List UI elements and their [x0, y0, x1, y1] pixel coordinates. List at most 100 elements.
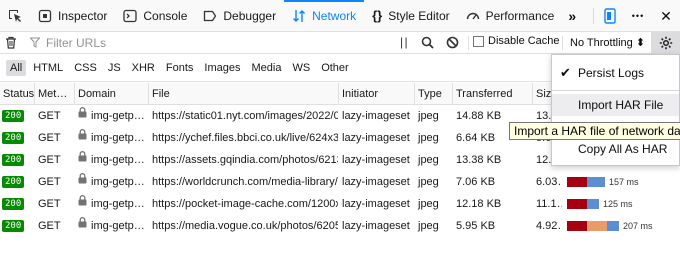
- pause-button[interactable]: | |: [400, 35, 408, 49]
- type-filter-fonts[interactable]: Fonts: [162, 60, 198, 76]
- method-cell: GET: [38, 110, 61, 122]
- status-badge: 200: [2, 132, 25, 144]
- menu-divider: [552, 90, 679, 91]
- initiator-cell[interactable]: lazy-imageset: [338, 171, 414, 193]
- type-filter-html[interactable]: HTML: [29, 60, 67, 76]
- domain-text: img-getp…: [91, 154, 145, 166]
- disable-cache-toggle[interactable]: Disable Cache: [473, 35, 560, 47]
- size-cell: 6.03…: [536, 176, 562, 188]
- type-filter-js[interactable]: JS: [104, 60, 125, 76]
- menu-item-copy-all-as-har[interactable]: Copy All As HAR: [552, 138, 679, 160]
- type-filter-xhr[interactable]: XHR: [128, 60, 159, 76]
- filter-urls-input[interactable]: Filter URLs: [30, 36, 380, 50]
- menu-item-import-har[interactable]: Import HAR File: [552, 94, 679, 116]
- tab-console-label: Console: [143, 8, 188, 23]
- table-row[interactable]: 200 GET img-getp… https://worldcrunch.co…: [0, 171, 680, 193]
- domain-text: img-getp…: [91, 220, 145, 232]
- search-button[interactable]: [421, 36, 434, 52]
- column-header-status[interactable]: Status: [0, 83, 34, 105]
- network-settings-button[interactable]: [651, 32, 680, 54]
- element-picker-button[interactable]: [0, 0, 30, 31]
- throttling-select[interactable]: No Throttling ⬍: [570, 36, 645, 49]
- tab-debugger-label: Debugger: [223, 8, 277, 23]
- waterfall-cell: 157 ms: [563, 171, 680, 193]
- method-cell: GET: [38, 198, 61, 210]
- type-cell: jpeg: [418, 110, 439, 122]
- timing-bar-receive: [587, 199, 599, 209]
- initiator-cell[interactable]: lazy-imageset: [338, 215, 414, 237]
- tab-inspector[interactable]: Inspector: [30, 0, 115, 31]
- column-header-file[interactable]: File: [148, 83, 338, 105]
- disable-cache-checkbox[interactable]: [473, 35, 484, 47]
- devtools-toolbar: Inspector Console Debugger Network {} St…: [0, 0, 680, 32]
- gear-icon: [659, 36, 672, 50]
- status-badge: 200: [2, 198, 25, 210]
- timing-bar-blocked: [567, 199, 587, 209]
- transferred-cell: 7.06 KB: [456, 176, 496, 188]
- domain-text: img-getp…: [91, 132, 145, 144]
- type-cell: jpeg: [418, 154, 439, 166]
- inspector-icon: [38, 9, 52, 23]
- size-cell: 11.1…: [536, 198, 562, 210]
- column-header-transferred[interactable]: Transferred: [452, 83, 532, 105]
- type-filter-ws[interactable]: WS: [288, 60, 314, 76]
- initiator-cell[interactable]: lazy-imageset: [338, 149, 414, 171]
- status-badge: 200: [2, 176, 25, 188]
- method-cell: GET: [38, 132, 61, 144]
- close-devtools-button[interactable]: ✕: [654, 4, 678, 28]
- type-filter-other[interactable]: Other: [317, 60, 353, 76]
- initiator-cell[interactable]: lazy-imageset: [338, 127, 414, 149]
- transferred-cell: 5.95 KB: [456, 220, 496, 232]
- domain-cell: img-getp…: [74, 171, 148, 193]
- initiator-cell[interactable]: lazy-imageset: [338, 193, 414, 215]
- initiator-cell[interactable]: lazy-imageset: [338, 105, 414, 127]
- toolbar-right-controls: ••• ✕: [591, 0, 680, 32]
- tooltip: Import a HAR file of network data: [509, 122, 680, 140]
- menu-item-label: Import HAR File: [578, 98, 664, 112]
- domain-text: img-getp…: [91, 176, 145, 188]
- tab-console[interactable]: Console: [115, 0, 195, 31]
- size-cell: 4.92…: [536, 220, 562, 232]
- column-header-initiator[interactable]: Initiator: [338, 83, 414, 105]
- column-header-type[interactable]: Type: [414, 83, 452, 105]
- column-header-method[interactable]: Met…: [34, 83, 74, 105]
- domain-text: img-getp…: [91, 198, 145, 210]
- timing-bar-receive: [607, 221, 619, 231]
- type-filter-images[interactable]: Images: [200, 60, 244, 76]
- domain-text: img-getp…: [91, 110, 145, 122]
- tab-debugger[interactable]: Debugger: [195, 0, 284, 31]
- table-row[interactable]: 200 GET img-getp… https://pocket-image-c…: [0, 193, 680, 215]
- menu-item-persist-logs[interactable]: ✔ Persist Logs: [552, 62, 679, 84]
- timing-bar-receive: [587, 177, 605, 187]
- table-row[interactable]: 200 GET img-getp… https://media.vogue.co…: [0, 215, 680, 237]
- element-picker-icon: [9, 9, 21, 22]
- tab-style-editor-label: Style Editor: [388, 8, 450, 23]
- tab-style-editor[interactable]: {} Style Editor: [364, 0, 457, 31]
- type-filter-media[interactable]: Media: [247, 60, 285, 76]
- more-dots-icon: •••: [631, 11, 645, 21]
- timing-label: 207 ms: [623, 221, 653, 231]
- responsive-design-button[interactable]: [598, 4, 622, 28]
- lock-icon: [78, 149, 87, 170]
- clear-button[interactable]: [0, 36, 22, 49]
- lock-icon: [78, 127, 87, 148]
- type-filter-all[interactable]: All: [6, 60, 27, 76]
- more-options-button[interactable]: •••: [626, 4, 650, 28]
- column-header-domain[interactable]: Domain: [74, 83, 148, 105]
- timing-label: 125 ms: [603, 199, 633, 209]
- tab-network[interactable]: Network: [284, 0, 365, 31]
- timing-bar-blocked: [567, 221, 587, 231]
- transferred-cell: 12.18 KB: [456, 198, 502, 210]
- type-cell: jpeg: [418, 198, 439, 210]
- overflow-tabs-button[interactable]: »: [562, 0, 582, 31]
- toolbar-divider: [593, 8, 594, 24]
- domain-cell: img-getp…: [74, 127, 148, 149]
- type-filter-css[interactable]: CSS: [70, 60, 101, 76]
- method-cell: GET: [38, 220, 61, 232]
- menu-item-label: Persist Logs: [578, 66, 645, 80]
- tab-performance[interactable]: Performance: [458, 0, 563, 31]
- lock-icon: [78, 193, 87, 214]
- request-blocking-button[interactable]: [446, 36, 459, 52]
- menu-item-label: Copy All As HAR: [578, 142, 668, 156]
- status-badge: 200: [2, 110, 25, 122]
